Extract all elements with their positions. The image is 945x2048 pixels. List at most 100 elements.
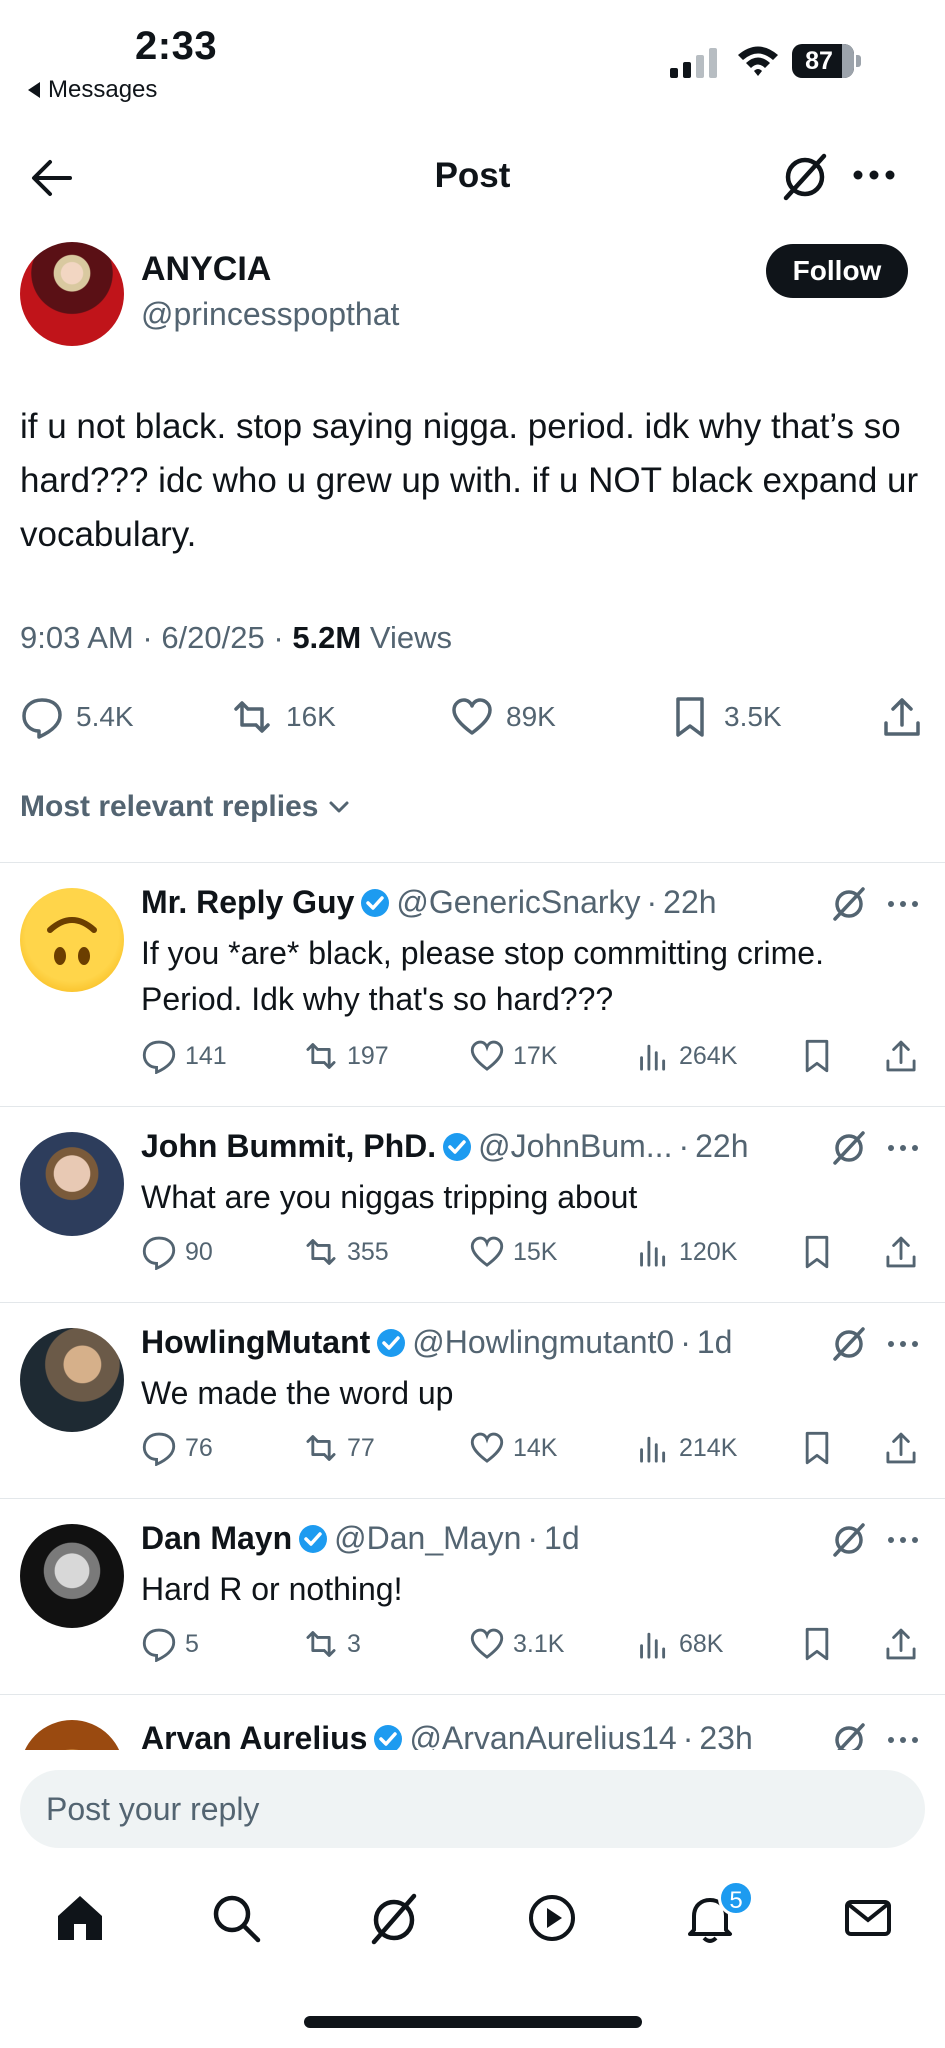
reply-text: We made the word up [141, 1375, 454, 1411]
more-options-icon[interactable] [886, 1730, 920, 1750]
reply-count: 76 [185, 1433, 213, 1462]
reply-handle[interactable]: @Dan_Mayn [334, 1520, 521, 1557]
reply-sort-dropdown[interactable]: Most relevant replies [20, 790, 352, 824]
bookmark-icon [676, 697, 704, 737]
grok-icon[interactable] [830, 884, 868, 922]
video-play-icon[interactable] [524, 1890, 580, 1946]
reply-reply-button[interactable]: 5 [141, 1624, 199, 1664]
heart-icon [470, 1432, 504, 1463]
reply-button[interactable]: 5.4K [20, 692, 134, 742]
share-icon [886, 1236, 916, 1268]
reply-share-button[interactable] [883, 1232, 919, 1272]
reply-like-button[interactable]: 17K [469, 1036, 557, 1076]
reply-item[interactable]: John Bummit, PhD. @JohnBum... · 22h What a… [0, 1106, 945, 1302]
reply-time: 1d [696, 1324, 733, 1360]
reply-repost-button[interactable]: 3 [303, 1624, 361, 1664]
reply-views-button[interactable]: 214K [635, 1428, 737, 1468]
reply-item[interactable]: Arvan Aurelius @ArvanAurelius14 · 23h [0, 1694, 945, 1750]
grok-icon[interactable] [830, 1324, 868, 1362]
tweet-views-count[interactable]: 5.2M [292, 620, 361, 655]
reply-handle[interactable]: @GenericSnarky [396, 884, 640, 921]
reply-author-name[interactable]: Dan Mayn [141, 1520, 292, 1557]
repost-button[interactable]: 16K [230, 692, 336, 742]
repost-icon [306, 1239, 336, 1265]
author-name[interactable]: ANYCIA [141, 250, 271, 289]
more-options-icon[interactable] [852, 160, 896, 190]
reply-views-button[interactable]: 68K [635, 1624, 723, 1664]
like-count: 89K [506, 701, 556, 732]
home-indicator[interactable] [304, 2016, 642, 2028]
messages-envelope-icon[interactable] [840, 1890, 896, 1946]
reply-item[interactable]: Mr. Reply Guy @GenericSnarky · 22h If you … [0, 862, 945, 1106]
grok-icon[interactable] [830, 1520, 868, 1558]
reply-handle[interactable]: @Howlingmutant0 [412, 1324, 674, 1361]
reply-handle[interactable]: @ArvanAurelius14 [409, 1720, 676, 1750]
battery-percent: 87 [805, 47, 833, 75]
like-button[interactable]: 89K [450, 692, 556, 742]
reply-reply-button[interactable]: 90 [141, 1232, 213, 1272]
reply-avatar[interactable] [20, 1720, 124, 1750]
reply-repost-button[interactable]: 77 [303, 1428, 375, 1468]
reply-share-button[interactable] [883, 1036, 919, 1076]
search-icon[interactable] [208, 1890, 264, 1946]
reply-like-button[interactable]: 3.1K [469, 1624, 564, 1664]
more-options-icon[interactable] [886, 1138, 920, 1158]
author-handle[interactable]: @princesspopthat [141, 296, 399, 333]
home-icon[interactable] [52, 1890, 108, 1946]
wifi-icon [738, 46, 778, 76]
reply-item[interactable]: Dan Mayn @Dan_Mayn · 1d Hard R or nothing!… [0, 1498, 945, 1694]
reply-item[interactable]: HowlingMutant @Howlingmutant0 · 1d We made… [0, 1302, 945, 1498]
reply-reply-button[interactable]: 76 [141, 1428, 213, 1468]
reply-like-button[interactable]: 14K [469, 1428, 557, 1468]
reply-views-button[interactable]: 264K [635, 1036, 737, 1076]
heart-icon [470, 1040, 504, 1071]
author-avatar[interactable] [20, 242, 124, 346]
grok-icon[interactable] [780, 150, 830, 202]
reply-repost-button[interactable]: 355 [303, 1232, 389, 1272]
reply-icon [142, 1040, 176, 1074]
reply-avatar[interactable] [20, 888, 124, 992]
more-options-icon[interactable] [886, 1530, 920, 1550]
reply-reply-button[interactable]: 141 [141, 1036, 227, 1076]
more-options-icon[interactable] [886, 894, 920, 914]
reply-author-name[interactable]: Arvan Aurelius [141, 1720, 367, 1750]
reply-count: 141 [185, 1041, 227, 1070]
status-time: 2:33 [135, 24, 218, 68]
reply-repost-button[interactable]: 197 [303, 1036, 389, 1076]
more-options-icon[interactable] [886, 1334, 920, 1354]
follow-button[interactable]: Follow [766, 244, 908, 298]
reply-icon [22, 698, 62, 739]
reply-author-name[interactable]: HowlingMutant [141, 1324, 370, 1361]
heart-icon [452, 698, 492, 735]
reply-handle[interactable]: @JohnBum... [478, 1128, 672, 1165]
reply-like-button[interactable]: 15K [469, 1232, 557, 1272]
repost-count: 16K [286, 701, 336, 732]
tweet-time: 9:03 AM [20, 620, 134, 655]
reply-composer-input[interactable]: Post your reply [20, 1770, 925, 1848]
reply-share-button[interactable] [883, 1624, 919, 1664]
back-to-app-link[interactable]: Messages [28, 76, 157, 104]
reply-bookmark-button[interactable] [799, 1624, 835, 1664]
tweet-text: if u not black. stop saying nigga. perio… [20, 407, 919, 554]
grok-icon[interactable] [366, 1890, 422, 1946]
grok-icon[interactable] [830, 1128, 868, 1166]
reply-share-button[interactable] [883, 1428, 919, 1468]
battery-icon: 87 [792, 44, 862, 78]
like-count: 3.1K [513, 1629, 565, 1658]
share-button[interactable] [880, 692, 924, 742]
reply-avatar[interactable] [20, 1524, 124, 1628]
reply-author-name[interactable]: John Bummit, PhD. [141, 1128, 436, 1165]
reply-views-button[interactable]: 120K [635, 1232, 737, 1272]
reply-icon [142, 1236, 176, 1270]
reply-avatar[interactable] [20, 1132, 124, 1236]
reply-text: What are you niggas tripping about [141, 1179, 638, 1215]
back-app-label: Messages [48, 76, 158, 103]
repost-icon [234, 701, 270, 733]
bookmark-button[interactable]: 3.5K [668, 692, 782, 742]
reply-author-name[interactable]: Mr. Reply Guy [141, 884, 354, 921]
reply-avatar[interactable] [20, 1328, 124, 1432]
reply-bookmark-button[interactable] [799, 1428, 835, 1468]
reply-bookmark-button[interactable] [799, 1232, 835, 1272]
grok-icon[interactable] [830, 1720, 868, 1750]
reply-bookmark-button[interactable] [799, 1036, 835, 1076]
